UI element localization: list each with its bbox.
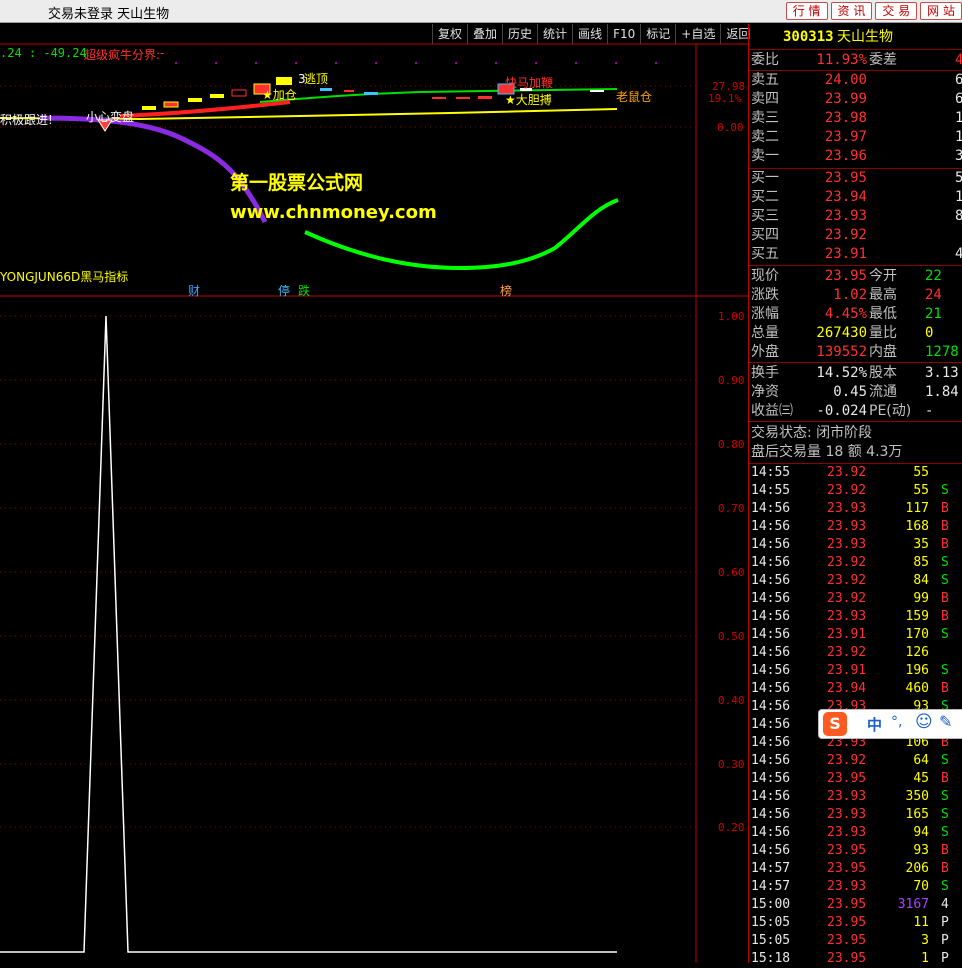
tick-row: 14:56 23.92 84 S bbox=[751, 573, 949, 588]
label-rat-position: 老鼠仓 bbox=[616, 90, 653, 104]
buy-order-row[interactable]: 买二 23.94 1 bbox=[749, 188, 962, 207]
marker-list: 榜 bbox=[500, 284, 513, 298]
sell-order-row[interactable]: 卖二 23.97 1 bbox=[749, 128, 962, 147]
tick-row: 14:56 23.92 64 S bbox=[751, 753, 949, 768]
tick-row: 14:56 23.93 165 S bbox=[751, 807, 949, 822]
axis-upper-2: 19.1% bbox=[708, 92, 742, 105]
quote-header: 300313 天山生物 bbox=[749, 28, 962, 47]
nav-trade-button[interactable]: 交 易 bbox=[875, 2, 918, 20]
trade-status: 交易状态: 闭市阶段 bbox=[751, 425, 873, 441]
stock-code: 300313 bbox=[783, 29, 834, 45]
tick-row: 14:56 23.93 350 S bbox=[751, 789, 949, 804]
ime-chinese-mode[interactable]: 中 bbox=[867, 714, 882, 735]
watermark-url: www.chnmoney.com bbox=[230, 202, 437, 223]
marker-halt: 停 bbox=[278, 284, 291, 298]
label-speed-up: 快马加鞭 bbox=[505, 76, 554, 90]
marker-drop: 跌 bbox=[298, 284, 311, 298]
buy-order-row[interactable]: 买四 23.92 bbox=[749, 226, 962, 245]
axis-lower-9: 0.20 bbox=[718, 821, 745, 834]
tick-row: 14:56 23.93 35 B bbox=[751, 537, 949, 552]
watermark-title: 第一股票公式网 bbox=[230, 172, 364, 194]
label-bold-bet: ★大胆搏 bbox=[505, 93, 552, 107]
chart-area[interactable] bbox=[0, 22, 748, 963]
tick-row: 15:18 23.95 1 P bbox=[751, 951, 949, 966]
tick-row: 14:57 23.93 70 S bbox=[751, 879, 949, 894]
axis-lower-6: 0.50 bbox=[718, 630, 745, 643]
quote-panel: 300313 天山生物 委比 11.93% 委差 4 卖五 24.00 6 卖四 23.… bbox=[748, 24, 962, 966]
pen-icon[interactable]: ✎ bbox=[939, 712, 952, 731]
stock-name: 天山生物 bbox=[837, 29, 893, 45]
ime-toolbar[interactable]: S 中 °, ☺ ✎ bbox=[818, 709, 962, 739]
indicator-header-sep: - bbox=[160, 46, 165, 60]
title-bar: 交易未登录 天山生物 行 情 资 讯 交 易 网 站 bbox=[0, 0, 962, 23]
tick-row: 14:56 23.92 85 S bbox=[751, 555, 949, 570]
sogou-icon[interactable]: S bbox=[823, 712, 847, 736]
tick-row: 14:56 23.91 196 S bbox=[751, 663, 949, 678]
nav-website-button[interactable]: 网 站 bbox=[920, 2, 962, 20]
order-ratio-row: 委比 11.93% 委差 4 bbox=[751, 52, 962, 68]
tick-row: 14:55 23.92 55 bbox=[751, 465, 929, 480]
tick-row: 14:56 23.92 99 B bbox=[751, 591, 949, 606]
stat2-row: 换手 14.52% 股本 3.13 bbox=[751, 365, 959, 381]
stat2-row: 净资 0.45 流通 1.84 bbox=[751, 384, 959, 400]
tick-row: 15:05 23.95 3 P bbox=[751, 933, 949, 948]
top-nav: 行 情 资 讯 交 易 网 站 bbox=[785, 2, 962, 20]
axis-lower-1: 1.00 bbox=[718, 310, 745, 323]
stat-row: 现价 23.95 今开 22 bbox=[751, 268, 942, 284]
buy-order-row[interactable]: 买五 23.91 4 bbox=[749, 245, 962, 264]
tick-row: 14:56 23.94 460 B bbox=[751, 681, 949, 696]
tick-row: 14:55 23.92 55 S bbox=[751, 483, 949, 498]
stat-row: 总量 267430 量比 0 bbox=[751, 325, 934, 341]
axis-lower-4: 0.70 bbox=[718, 502, 745, 515]
buy-order-row[interactable]: 买一 23.95 5 bbox=[749, 169, 962, 188]
after-hours: 盘后交易量 18 额 4.3万 bbox=[751, 444, 903, 460]
stat-row: 涨幅 4.45% 最低 21 bbox=[751, 306, 942, 322]
sell-order-row[interactable]: 卖五 24.00 6 bbox=[749, 71, 962, 90]
tick-row: 15:05 23.95 11 P bbox=[751, 915, 949, 930]
axis-lower-7: 0.40 bbox=[718, 694, 745, 707]
axis-lower-5: 0.60 bbox=[718, 566, 745, 579]
tick-row: 14:56 23.92 126 bbox=[751, 645, 929, 660]
sell-order-row[interactable]: 卖三 23.98 1 bbox=[749, 109, 962, 128]
stat-row: 外盘 139552 内盘 1278 bbox=[751, 344, 959, 360]
label-follow-up: 积极跟进! bbox=[0, 113, 53, 127]
emoji-icon[interactable]: ☺ bbox=[915, 712, 933, 732]
tick-row: 14:56 23.91 170 S bbox=[751, 627, 949, 642]
stat-row: 涨跌 1.02 最高 24 bbox=[751, 287, 942, 303]
tick-row: 15:00 23.95 3167 4 bbox=[751, 897, 949, 912]
axis-upper-3: 0.00 bbox=[717, 121, 744, 134]
label-count: 3 bbox=[298, 72, 306, 86]
tick-row: 14:56 23.95 45 B bbox=[751, 771, 949, 786]
tick-row: 14:56 23.93 168 B bbox=[751, 519, 949, 534]
buy-order-row[interactable]: 买三 23.93 8 bbox=[749, 207, 962, 226]
tick-row: 14:56 23.93 94 S bbox=[751, 825, 949, 840]
tick-row: 14:56 23.93 159 B bbox=[751, 609, 949, 624]
marker-finance: 财 bbox=[188, 284, 201, 298]
ime-punct-mode[interactable]: °, bbox=[891, 714, 902, 730]
axis-lower-2: 0.90 bbox=[718, 374, 745, 387]
tick-row: 14:56 23.93 117 B bbox=[751, 501, 949, 516]
label-add-position: ★加仓 bbox=[262, 88, 297, 102]
indicator-name: YONGJUN66D黑马指标 bbox=[0, 270, 129, 284]
sell-order-row[interactable]: 卖四 23.99 6 bbox=[749, 90, 962, 109]
indicator-values: .24 : -49.24 bbox=[0, 46, 87, 60]
indicator-header-label: 超级疯牛分界: bbox=[84, 48, 161, 62]
axis-lower-3: 0.80 bbox=[718, 438, 745, 451]
sell-order-row[interactable]: 卖一 23.96 3 bbox=[749, 147, 962, 166]
tick-row: 14:57 23.95 206 B bbox=[751, 861, 949, 876]
tick-row: 14:56 23.95 93 B bbox=[751, 843, 949, 858]
label-escape-top: 逃顶 bbox=[304, 72, 329, 86]
nav-quotes-button[interactable]: 行 情 bbox=[785, 2, 828, 20]
axis-lower-8: 0.30 bbox=[718, 758, 745, 771]
nav-news-button[interactable]: 资 讯 bbox=[830, 2, 873, 20]
label-careful-turn: 小心变盘 bbox=[86, 110, 135, 124]
stat2-row: 收益㈢ -0.024 PE(动) - bbox=[751, 403, 934, 419]
window-title: 交易未登录 天山生物 bbox=[48, 7, 170, 22]
